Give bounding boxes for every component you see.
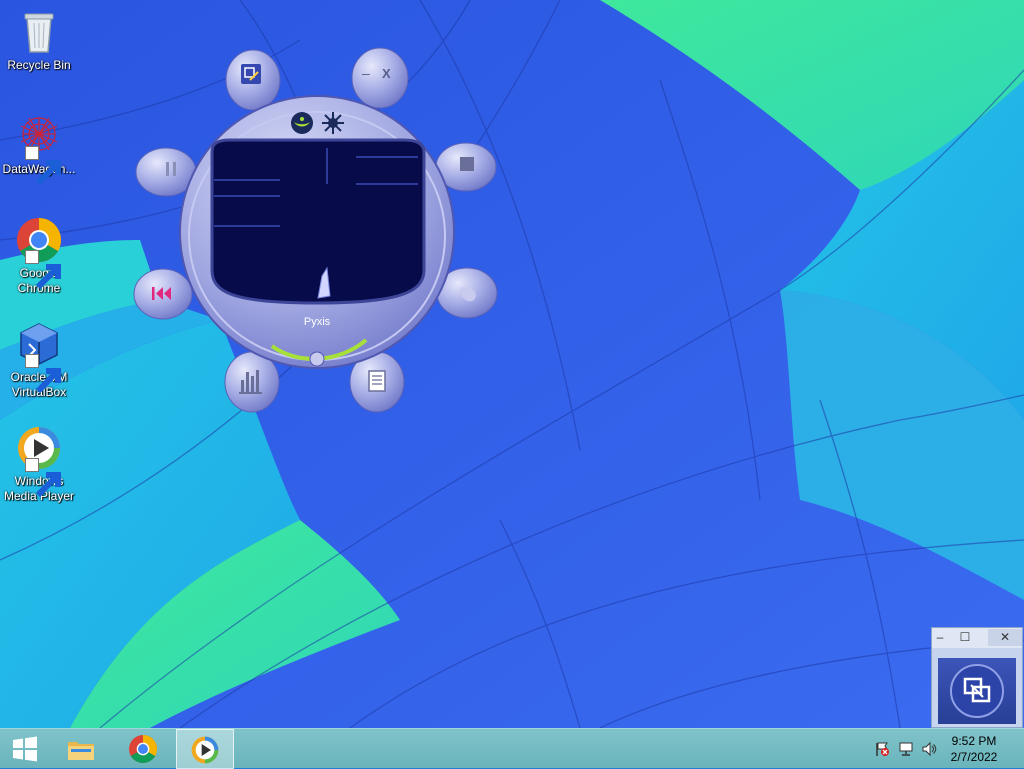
taskbar: 9:52 PM 2/7/2022	[0, 728, 1024, 769]
taskbar-file-explorer[interactable]	[56, 729, 106, 769]
seek-handle[interactable]	[309, 351, 325, 367]
taskbar-clock[interactable]: 9:52 PM 2/7/2022	[944, 733, 1004, 765]
taskbar-chrome[interactable]	[118, 729, 168, 769]
visualization-icon	[322, 112, 344, 134]
skin-button-previous[interactable]	[133, 268, 193, 320]
mini-window-titlebar: – ☐ ✕	[932, 628, 1022, 648]
windows-media-player-icon	[191, 736, 219, 764]
file-explorer-icon	[68, 742, 94, 760]
maximize-button[interactable]: ☐	[958, 629, 972, 646]
media-player-skin: – X Pyxis	[0, 0, 1024, 728]
start-button[interactable]	[0, 729, 50, 769]
skin-button-switch-mode[interactable]	[225, 49, 281, 111]
switch-to-full-mode-icon	[241, 64, 261, 84]
minimize-button[interactable]: –	[934, 629, 946, 646]
clock-time: 9:52 PM	[951, 734, 997, 748]
minimize-icon[interactable]: –	[362, 65, 370, 81]
clock-date: 2/7/2022	[950, 750, 998, 764]
taskbar-windows-media-player[interactable]	[176, 729, 234, 769]
visualization-button[interactable]	[322, 112, 344, 134]
mini-window: – ☐ ✕	[931, 627, 1023, 728]
volume-icon[interactable]	[921, 741, 937, 757]
close-button[interactable]: ✕	[988, 629, 1022, 646]
mini-window-content	[938, 658, 1016, 724]
action-center-flag-icon[interactable]	[874, 741, 890, 757]
windows-start-icon	[13, 736, 37, 762]
chrome-icon	[129, 735, 158, 764]
playlist-icon	[368, 370, 386, 392]
skin-button-minimize-close[interactable]: – X	[351, 47, 409, 109]
network-icon[interactable]	[898, 741, 914, 757]
visualization-screen	[210, 138, 426, 305]
stop-icon	[460, 157, 474, 171]
eye-button[interactable]	[291, 112, 313, 134]
close-icon[interactable]: X	[382, 66, 391, 81]
